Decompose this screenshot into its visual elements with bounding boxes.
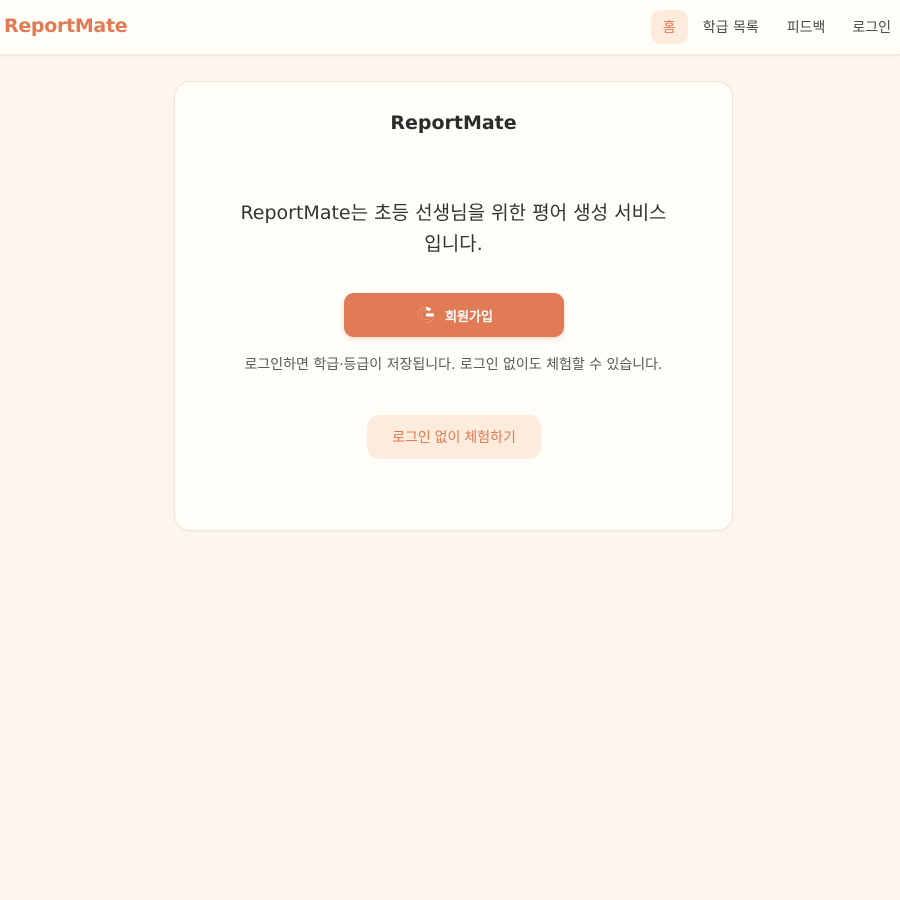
try-without-login-button[interactable]: 로그인 없이 체험하기 bbox=[367, 415, 541, 459]
google-icon bbox=[415, 304, 437, 326]
card-title: ReportMate bbox=[390, 112, 517, 134]
welcome-card: ReportMate ReportMate는 초등 선생님을 위한 평어 생성 … bbox=[174, 81, 733, 531]
main-nav: 홈 학급 목록 피드백 로그인 bbox=[650, 10, 900, 44]
nav-item-class-list[interactable]: 학급 목록 bbox=[703, 10, 759, 44]
service-description: ReportMate는 초등 선생님을 위한 평어 생성 서비스입니다. bbox=[240, 202, 667, 255]
login-helper-text: 로그인하면 학급·등급이 저장됩니다. 로그인 없이도 체험할 수 있습니다. bbox=[244, 357, 663, 373]
google-signup-button[interactable]: 회원가입 bbox=[344, 293, 564, 337]
brand-logo[interactable]: ReportMate bbox=[4, 15, 128, 37]
nav-item-home[interactable]: 홈 bbox=[650, 10, 688, 44]
signup-button-label: 회원가입 bbox=[445, 308, 493, 324]
top-navigation-bar: ReportMate 홈 학급 목록 피드백 로그인 bbox=[0, 0, 900, 55]
nav-item-login[interactable]: 로그인 bbox=[852, 10, 891, 44]
nav-item-feedback[interactable]: 피드백 bbox=[787, 10, 826, 44]
